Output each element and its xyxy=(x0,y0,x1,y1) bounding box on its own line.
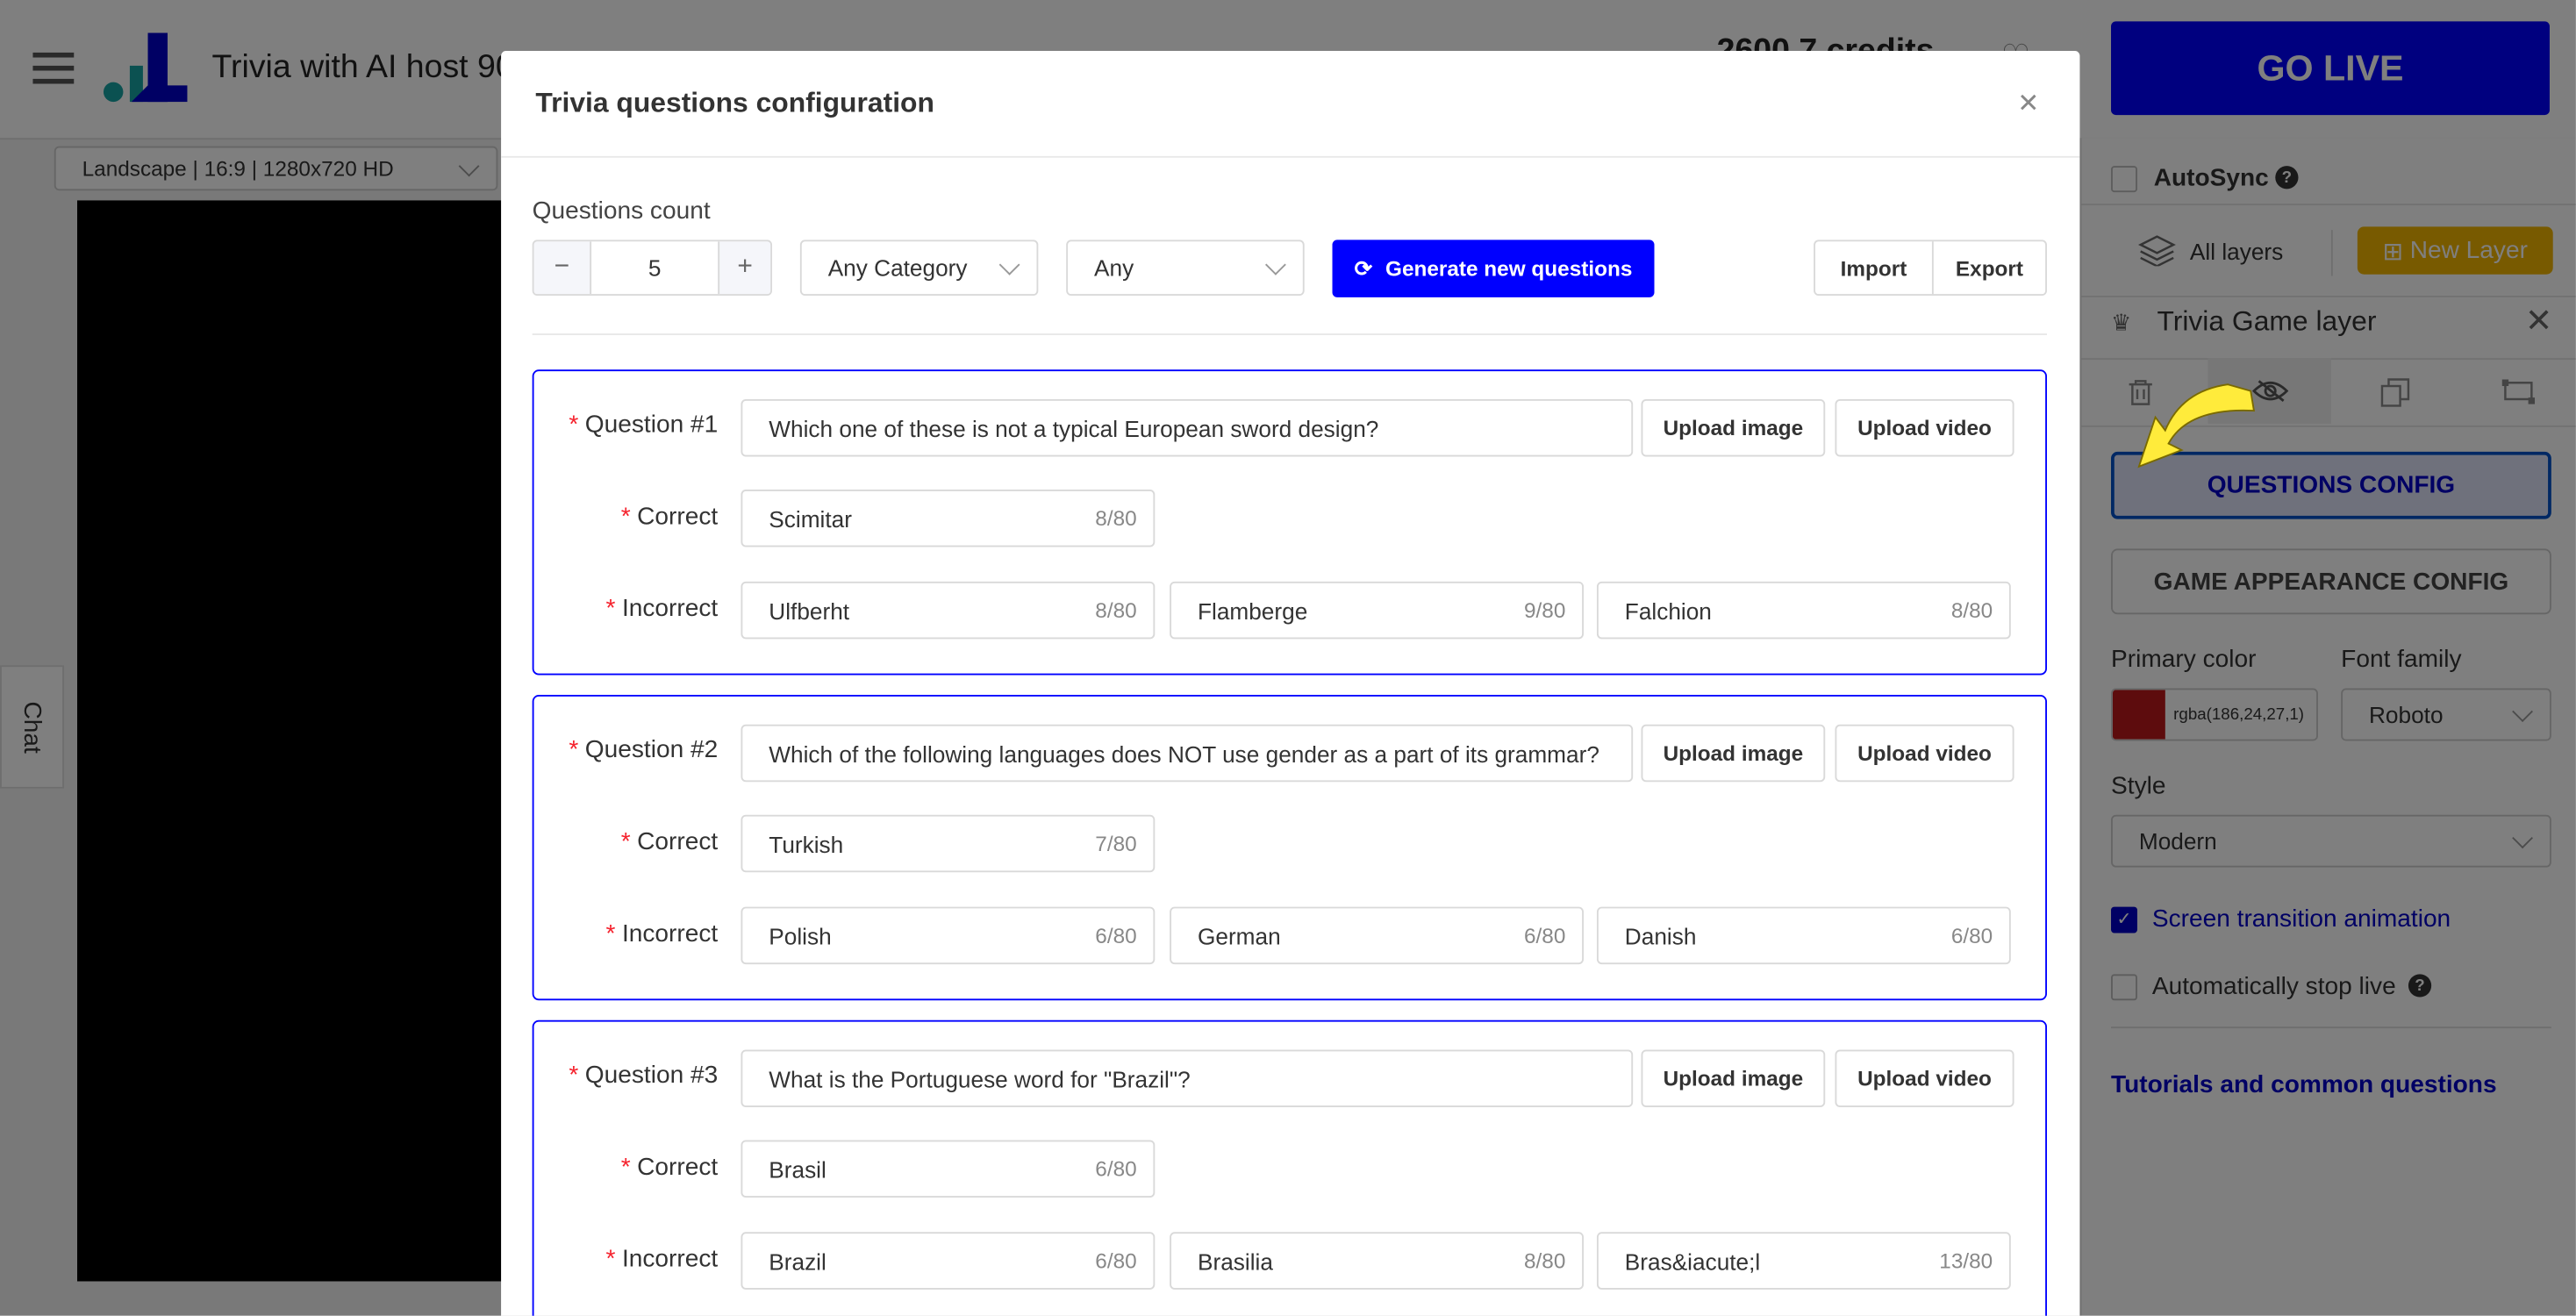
generate-label: Generate new questions xyxy=(1385,256,1633,282)
incorrect-answer-input[interactable]: Polish 6/80 xyxy=(741,906,1156,965)
field-value: Correct xyxy=(637,1153,719,1182)
field-value: Upload video xyxy=(1857,1066,1992,1091)
questions-count-label: Questions count xyxy=(532,197,711,225)
incorrect-answer-input[interactable]: Bras&iacute;l 13/80 xyxy=(1596,1232,2011,1290)
question-input[interactable]: Which of the following languages does NO… xyxy=(741,724,1634,783)
correct-label: * Correct xyxy=(620,1153,719,1182)
upload-image-button[interactable]: Upload image xyxy=(1641,1049,1826,1107)
field-value: Correct xyxy=(637,502,719,531)
field-value: Upload image xyxy=(1663,415,1804,440)
field-value: Incorrect xyxy=(621,1245,719,1274)
field-value: Question #1 xyxy=(584,411,719,439)
char-count: 8/80 xyxy=(1095,597,1137,623)
close-icon[interactable]: ✕ xyxy=(2017,87,2039,119)
upload-video-button[interactable]: Upload video xyxy=(1835,724,2014,783)
incorrect-answer-input[interactable]: German 6/80 xyxy=(1170,906,1584,965)
arrow-annotation-icon xyxy=(2137,383,2256,468)
field-value: Ulfberht xyxy=(769,597,850,624)
field-value: Upload image xyxy=(1663,740,1804,766)
question-input[interactable]: What is the Portuguese word for "Brazil"… xyxy=(741,1049,1634,1107)
char-count: 6/80 xyxy=(1950,923,1993,948)
trivia-config-modal: Trivia questions configuration ✕ Questio… xyxy=(501,51,2080,1316)
field-value: Flamberge xyxy=(1197,597,1308,624)
upload-video-button[interactable]: Upload video xyxy=(1835,1049,2014,1107)
questions-count-input[interactable]: 5 xyxy=(591,241,718,294)
difficulty-select[interactable]: Any xyxy=(1066,240,1305,297)
modal-header: Trivia questions configuration ✕ xyxy=(501,51,2080,158)
field-value: Turkish xyxy=(769,830,844,857)
char-count: 13/80 xyxy=(1939,1248,1993,1274)
question-card: * Question #1 Which one of these is not a… xyxy=(532,369,2048,676)
correct-label: * Correct xyxy=(620,827,719,856)
refresh-icon: ⟳ xyxy=(1354,255,1373,281)
char-count: 7/80 xyxy=(1095,831,1137,856)
incorrect-label: * Incorrect xyxy=(605,594,719,623)
upload-video-button[interactable]: Upload video xyxy=(1835,398,2014,457)
char-count: 6/80 xyxy=(1095,1248,1137,1274)
question-label: * Question #1 xyxy=(569,411,719,439)
difficulty-value: Any xyxy=(1094,254,1134,282)
field-value: Question #2 xyxy=(584,735,719,764)
incorrect-answer-input[interactable]: Flamberge 9/80 xyxy=(1170,581,1584,640)
question-card: * Question #3 What is the Portuguese word… xyxy=(532,1019,2048,1316)
generate-questions-button[interactable]: ⟳ Generate new questions xyxy=(1332,240,1655,297)
field-value: Falchion xyxy=(1624,597,1712,624)
field-value: Upload image xyxy=(1663,1066,1804,1091)
field-value: German xyxy=(1197,922,1281,949)
chevron-down-icon xyxy=(1265,254,1286,275)
field-value: Incorrect xyxy=(621,919,719,948)
field-value: Brasil xyxy=(769,1155,826,1183)
question-text: Which of the following languages does NO… xyxy=(769,740,1599,767)
modal-title: Trivia questions configuration xyxy=(535,87,934,118)
category-value: Any Category xyxy=(827,254,968,282)
export-button[interactable]: Export xyxy=(1934,241,2045,294)
incorrect-answer-input[interactable]: Ulfberht 8/80 xyxy=(741,581,1156,640)
field-value: Polish xyxy=(769,922,832,949)
question-label: * Question #2 xyxy=(569,735,719,764)
upload-image-button[interactable]: Upload image xyxy=(1641,398,1826,457)
incorrect-answer-input[interactable]: Falchion 8/80 xyxy=(1596,581,2011,640)
decrement-button[interactable]: − xyxy=(533,241,592,295)
correct-label: * Correct xyxy=(620,502,719,531)
question-text: What is the Portuguese word for "Brazil"… xyxy=(769,1065,1191,1092)
increment-button[interactable]: + xyxy=(718,241,771,295)
question-label: * Question #3 xyxy=(569,1061,719,1090)
field-value: Brasilia xyxy=(1197,1248,1273,1275)
correct-answer-input[interactable]: Brasil 6/80 xyxy=(741,1140,1156,1198)
char-count: 9/80 xyxy=(1524,597,1566,623)
field-value: Upload video xyxy=(1857,740,1992,766)
field-value: Incorrect xyxy=(621,594,719,623)
question-card: * Question #2 Which of the following lang… xyxy=(532,695,2048,1001)
incorrect-answer-input[interactable]: Danish 6/80 xyxy=(1596,906,2011,965)
upload-image-button[interactable]: Upload image xyxy=(1641,724,1826,783)
chevron-down-icon xyxy=(998,254,1020,275)
field-value: Upload video xyxy=(1857,415,1992,440)
correct-answer-input[interactable]: Scimitar 8/80 xyxy=(741,489,1156,547)
field-value: Brazil xyxy=(769,1248,826,1275)
field-value: Correct xyxy=(637,827,719,856)
incorrect-answer-input[interactable]: Brazil 6/80 xyxy=(741,1232,1156,1290)
incorrect-label: * Incorrect xyxy=(605,919,719,948)
char-count: 6/80 xyxy=(1095,923,1137,948)
question-input[interactable]: Which one of these is not a typical Euro… xyxy=(741,398,1634,457)
category-select[interactable]: Any Category xyxy=(799,240,1039,297)
field-value: Question #3 xyxy=(584,1061,719,1090)
correct-answer-input[interactable]: Turkish 7/80 xyxy=(741,814,1156,873)
incorrect-answer-input[interactable]: Brasilia 8/80 xyxy=(1170,1232,1584,1290)
import-export-group: Import Export xyxy=(1814,240,2048,297)
char-count: 8/80 xyxy=(1524,1248,1566,1274)
question-text: Which one of these is not a typical Euro… xyxy=(769,414,1379,441)
char-count: 6/80 xyxy=(1095,1156,1137,1182)
field-value: Scimitar xyxy=(769,504,852,532)
incorrect-label: * Incorrect xyxy=(605,1245,719,1274)
import-button[interactable]: Import xyxy=(1815,241,1934,295)
field-value: Bras&iacute;l xyxy=(1624,1248,1761,1275)
field-value: Danish xyxy=(1624,922,1697,949)
char-count: 8/80 xyxy=(1095,505,1137,531)
char-count: 6/80 xyxy=(1524,923,1566,948)
questions-count-stepper[interactable]: − 5 + xyxy=(532,240,773,297)
char-count: 8/80 xyxy=(1950,597,1993,623)
